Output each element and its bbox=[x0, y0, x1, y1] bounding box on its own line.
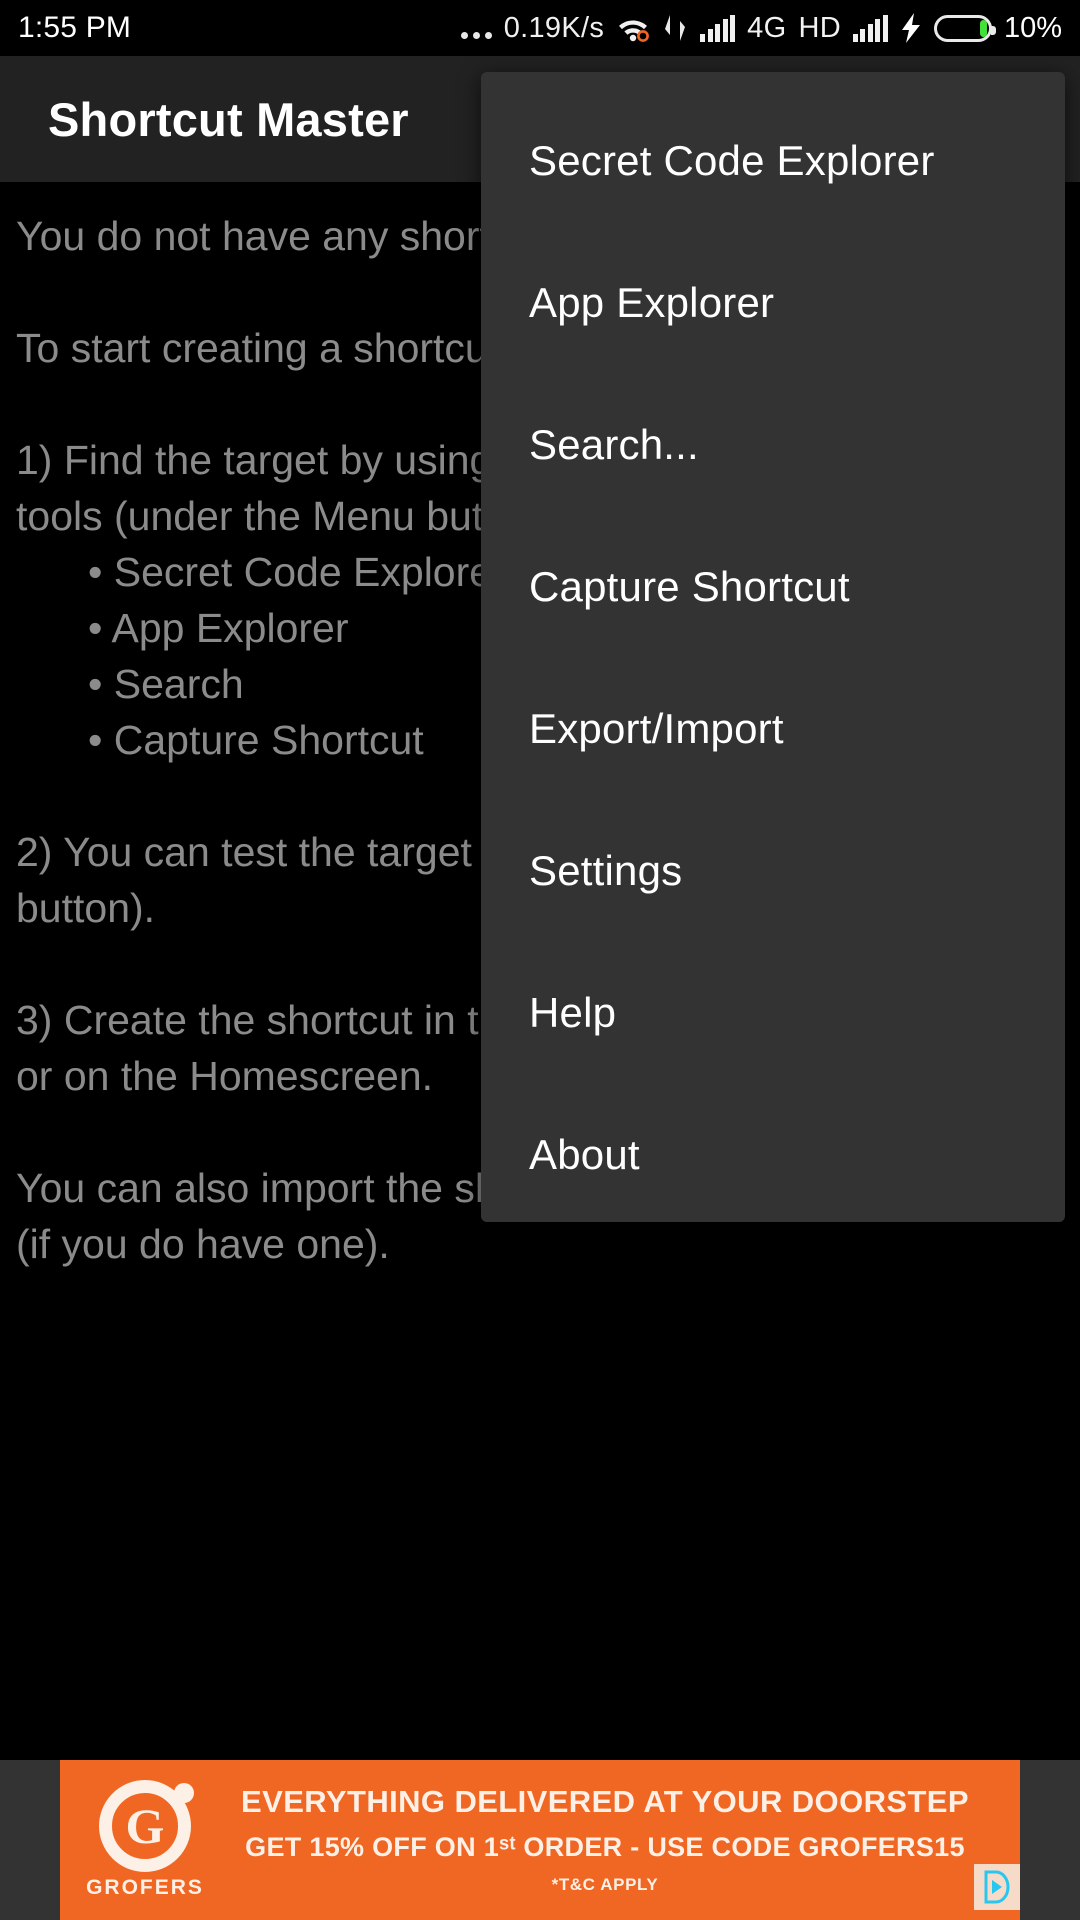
menu-item-search[interactable]: Search... bbox=[481, 374, 1065, 516]
status-clock: 1:55 PM bbox=[18, 11, 132, 44]
ad-headline: EVERYTHING DELIVERED AT YOUR DOORSTEP bbox=[241, 1784, 969, 1819]
hd-label: HD bbox=[798, 11, 841, 44]
more-dots-icon bbox=[460, 13, 492, 43]
charging-bolt-icon bbox=[900, 13, 922, 43]
status-icons: 0.19K/s 4G HD 10% bbox=[460, 11, 1062, 45]
ad-logo: G GROFERS bbox=[60, 1760, 230, 1920]
ad-disclaimer: *T&C APPLY bbox=[551, 1875, 659, 1894]
ad-banner[interactable]: G GROFERS EVERYTHING DELIVERED AT YOUR D… bbox=[60, 1760, 1020, 1920]
network-type-label: 4G bbox=[747, 11, 787, 44]
menu-item-app-explorer[interactable]: App Explorer bbox=[481, 232, 1065, 374]
battery-percent-label: 10% bbox=[1003, 11, 1062, 44]
battery-icon bbox=[933, 14, 996, 42]
data-transfer-arrows-icon bbox=[662, 13, 688, 43]
grofers-logo-icon: G bbox=[99, 1780, 194, 1872]
overflow-menu[interactable]: Secret Code Explorer App Explorer Search… bbox=[481, 72, 1065, 1222]
menu-item-export-import[interactable]: Export/Import bbox=[481, 658, 1065, 800]
signal-bars-icon-2 bbox=[852, 14, 888, 42]
ad-brand-label: GROFERS bbox=[86, 1876, 204, 1899]
ad-offer: GET 15% OFF ON 1ˢᵗ ORDER - USE CODE GROF… bbox=[245, 1832, 965, 1862]
signal-bars-icon bbox=[700, 14, 736, 42]
wifi-icon bbox=[616, 14, 650, 42]
network-speed-label: 0.19K/s bbox=[503, 11, 605, 44]
ad-copy: EVERYTHING DELIVERED AT YOUR DOORSTEP GE… bbox=[230, 1779, 1020, 1901]
ad-zone: G GROFERS EVERYTHING DELIVERED AT YOUR D… bbox=[0, 1760, 1080, 1920]
adchoices-icon[interactable] bbox=[974, 1864, 1020, 1910]
menu-item-settings[interactable]: Settings bbox=[481, 800, 1065, 942]
menu-item-about[interactable]: About bbox=[481, 1084, 1065, 1226]
menu-item-help[interactable]: Help bbox=[481, 942, 1065, 1084]
menu-item-secret-code-explorer[interactable]: Secret Code Explorer bbox=[481, 90, 1065, 232]
menu-item-capture-shortcut[interactable]: Capture Shortcut bbox=[481, 516, 1065, 658]
phone-screen: 1:55 PM 0.19K/s 4G HD 10% Shortcut Maste… bbox=[0, 0, 1080, 1920]
page-title: Shortcut Master bbox=[48, 92, 409, 146]
status-bar: 1:55 PM 0.19K/s 4G HD 10% bbox=[0, 0, 1080, 56]
